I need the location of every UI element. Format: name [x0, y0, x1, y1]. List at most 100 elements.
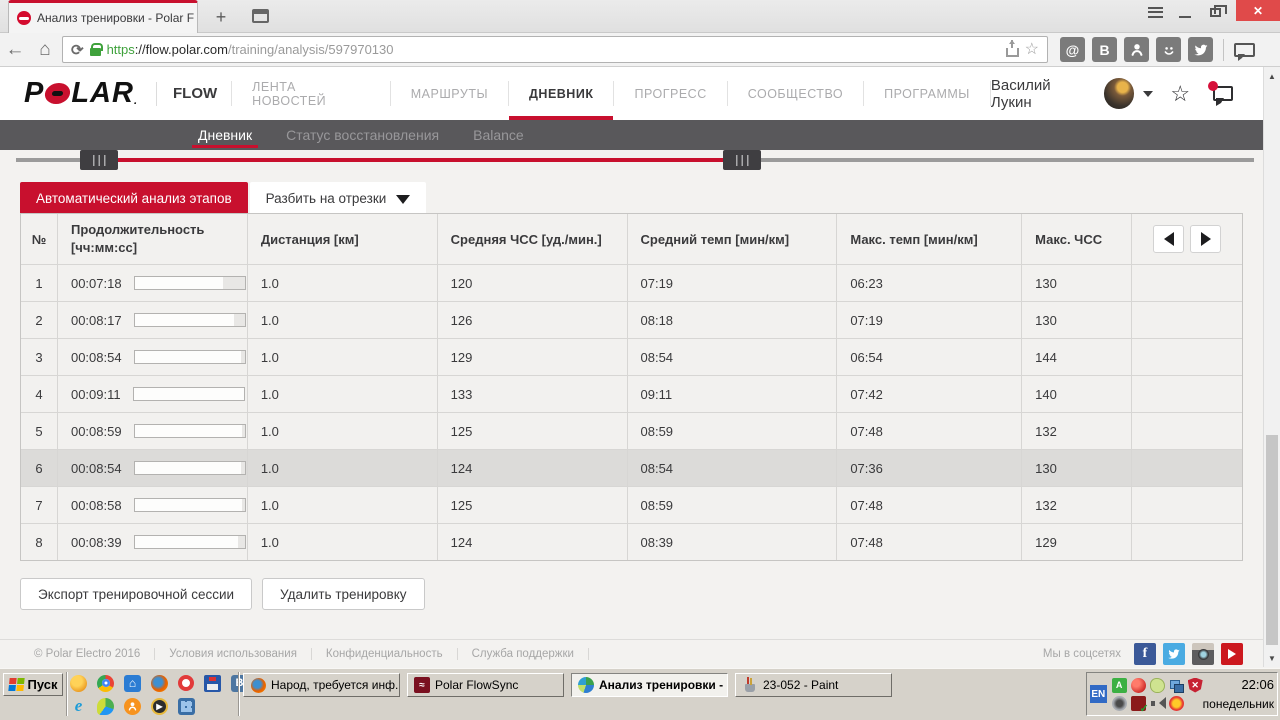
next-page-button[interactable]	[1190, 225, 1222, 253]
vk-extension-icon[interactable]: B	[1092, 37, 1117, 62]
browser-tab-active[interactable]: Анализ тренировки - Polar F	[8, 0, 198, 33]
webcam-icon[interactable]	[1111, 695, 1127, 711]
col-header-avg-hr[interactable]: Средняя ЧСС [уд./мин.]	[438, 214, 628, 264]
nav-item-community[interactable]: СООБЩЕСТВО	[728, 81, 865, 106]
security-alert-icon[interactable]: ✕	[1187, 677, 1203, 693]
blue-house-icon[interactable]: ⌂	[124, 674, 141, 692]
slider-handle-right[interactable]	[723, 150, 761, 170]
odnoklassniki-extension-icon[interactable]	[1124, 37, 1149, 62]
browser-menu-button[interactable]	[1140, 0, 1170, 24]
virus-ball-icon[interactable]	[1130, 677, 1146, 693]
footer-link-support[interactable]: Служба поддержки	[458, 647, 589, 660]
footer-link-terms[interactable]: Условия использования	[155, 647, 312, 660]
url-bar[interactable]: ⟳ https://flow.polar.com/training/analys…	[62, 36, 1048, 63]
chevron-down-icon[interactable]	[1143, 90, 1154, 102]
youtube-icon[interactable]	[1221, 642, 1243, 665]
table-row[interactable]: 5 00:08:59 1.0 125 08:59 07:48 132	[21, 412, 1242, 449]
floppy-save-icon[interactable]	[204, 674, 221, 692]
nav-item-progress[interactable]: ПРОГРЕСС	[614, 81, 728, 106]
flowsync-tray-icon[interactable]	[1130, 695, 1149, 715]
tab-list-icon[interactable]	[252, 9, 269, 23]
mailru-at-icon[interactable]: @	[1060, 37, 1085, 62]
punto-switcher-icon[interactable]: A	[1111, 677, 1127, 693]
back-button[interactable]: ←	[0, 40, 30, 59]
home-button[interactable]: ⌂	[30, 40, 60, 59]
firefox-icon[interactable]	[151, 674, 168, 692]
subnav-item-balance[interactable]: Balance	[473, 120, 524, 150]
media-player-icon[interactable]: ▶	[151, 697, 168, 715]
odnoklassniki-icon[interactable]	[124, 697, 141, 715]
minimize-button[interactable]	[1170, 0, 1200, 24]
task-label: 23-052 - Paint	[763, 678, 839, 692]
col-header-num[interactable]: №	[21, 214, 58, 264]
antivirus-icon[interactable]	[1168, 695, 1184, 711]
table-row[interactable]: 2 00:08:17 1.0 126 08:18 07:19 130	[21, 301, 1242, 338]
reload-icon[interactable]: ⟳	[71, 41, 84, 59]
page-scrollbar[interactable]: ▲ ▼	[1263, 67, 1280, 667]
task-analysis-window[interactable]: Анализ тренировки - ...	[571, 673, 728, 697]
url-text[interactable]: https://flow.polar.com/training/analysis…	[107, 42, 394, 57]
nav-item-programs[interactable]: ПРОГРАММЫ	[864, 81, 991, 106]
chat-bubble-icon[interactable]	[1234, 42, 1255, 61]
start-button[interactable]: Пуск	[3, 673, 63, 696]
scrollbar-thumb[interactable]	[1266, 435, 1278, 645]
volume-icon[interactable]	[1150, 696, 1166, 711]
nav-item-routes[interactable]: МАРШРУТЫ	[391, 81, 510, 106]
footer-link-privacy[interactable]: Конфиденциальность	[312, 647, 458, 660]
delete-training-button[interactable]: Удалить тренировку	[262, 578, 425, 610]
task-flowsync-window[interactable]: ≈ Polar FlowSync	[407, 673, 564, 697]
table-row[interactable]: 6 00:08:54 1.0 124 08:54 07:36 130	[21, 449, 1242, 486]
share-icon[interactable]	[1005, 39, 1019, 57]
table-row[interactable]: 7 00:08:58 1.0 125 08:59 07:48 132	[21, 486, 1242, 523]
split-segments-button[interactable]: Разбить на отрезки	[249, 182, 427, 215]
scroll-down-icon[interactable]: ▼	[1264, 650, 1280, 666]
subnav-item-recovery[interactable]: Статус восстановления	[286, 120, 439, 150]
lap-distance: 1.0	[248, 339, 438, 375]
col-header-duration[interactable]: Продолжительность [чч:мм:сс]	[58, 214, 248, 264]
blue-app-icon[interactable]	[178, 697, 195, 715]
moymir-smiley-icon[interactable]	[1156, 37, 1181, 62]
col-header-max-hr[interactable]: Макс. ЧСС	[1022, 214, 1133, 264]
language-indicator[interactable]: EN	[1090, 685, 1107, 703]
table-row[interactable]: 8 00:08:39 1.0 124 08:39 07:48 129	[21, 523, 1242, 560]
col-header-avg-pace[interactable]: Средний темп [мин/км]	[628, 214, 838, 264]
lap-duration: 00:08:54	[58, 339, 248, 375]
polar-logo[interactable]: P LAR.	[24, 77, 138, 110]
blob-app-icon[interactable]	[1149, 677, 1165, 693]
internet-explorer-icon[interactable]: e	[70, 696, 87, 715]
col-header-max-pace[interactable]: Макс. темп [мин/км]	[837, 214, 1023, 264]
duration-bar	[133, 424, 246, 438]
network-icon[interactable]	[1169, 678, 1184, 693]
slider-handle-left[interactable]	[80, 150, 118, 170]
prev-page-button[interactable]	[1153, 225, 1185, 253]
bookmark-star-icon[interactable]: ☆	[1025, 41, 1039, 58]
new-tab-button[interactable]: +	[208, 5, 234, 29]
maps-icon[interactable]	[97, 697, 114, 715]
export-session-button[interactable]: Экспорт тренировочной сессии	[20, 578, 253, 610]
restore-button[interactable]	[1200, 0, 1230, 24]
clock[interactable]: 22:06 понедельник	[1203, 675, 1274, 713]
scroll-up-icon[interactable]: ▲	[1264, 68, 1280, 84]
notifications-icon[interactable]	[1208, 81, 1233, 106]
close-button[interactable]: ✕	[1236, 0, 1280, 21]
subnav-item-diary[interactable]: Дневник	[191, 120, 259, 150]
auto-analysis-button[interactable]: Автоматический анализ этапов	[20, 182, 248, 215]
col-header-distance[interactable]: Дистанция [км]	[248, 214, 438, 264]
task-paint-window[interactable]: 23-052 - Paint	[735, 673, 892, 697]
user-name[interactable]: Василий Лукин	[991, 77, 1095, 111]
table-row[interactable]: 1 00:07:18 1.0 120 07:19 06:23 130	[21, 264, 1242, 301]
nav-item-diary[interactable]: ДНЕВНИК	[509, 81, 615, 120]
avatar[interactable]	[1103, 78, 1135, 109]
nav-item-feed[interactable]: ЛЕНТА НОВОСТЕЙ	[231, 80, 391, 108]
table-row[interactable]: 4 00:09:11 1.0 133 09:11 07:42 140	[21, 375, 1242, 412]
twitter-icon[interactable]	[1163, 642, 1185, 665]
table-row[interactable]: 3 00:08:54 1.0 129 08:54 06:54 144	[21, 338, 1242, 375]
opera-icon[interactable]	[178, 675, 194, 691]
task-forum-window[interactable]: Народ, требуется инф...	[243, 673, 400, 697]
favorite-star-icon[interactable]: ☆	[1170, 82, 1190, 105]
facebook-icon[interactable]: f	[1134, 642, 1156, 665]
amber-app-icon[interactable]	[70, 674, 87, 692]
twitter-extension-icon[interactable]	[1188, 37, 1213, 62]
instagram-icon[interactable]	[1192, 642, 1214, 665]
chrome-icon[interactable]	[97, 674, 114, 692]
